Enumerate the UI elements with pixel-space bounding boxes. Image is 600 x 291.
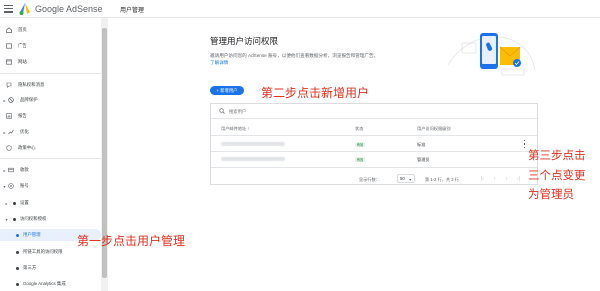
next-page-icon[interactable]: › (503, 175, 510, 182)
sidebar-item-sites[interactable]: 网站 (0, 56, 101, 68)
sidebar-item-label: 收款 (20, 167, 29, 172)
status-badge: 有效 (355, 157, 365, 162)
status-badge: 有效 (355, 142, 365, 147)
sidebar-item-label: 账号 (20, 183, 29, 188)
first-page-icon[interactable]: |‹ (479, 175, 486, 182)
optimize-icon (8, 129, 14, 135)
sidebar-item-ads[interactable]: 广告 (0, 40, 101, 52)
column-header-label: 用户邮件地址 (221, 126, 247, 131)
bullet-icon (16, 250, 19, 254)
sidebar-item-label: 网站 (18, 59, 27, 64)
bullet-icon (13, 201, 16, 205)
dropdown-arrow-icon: ▼ (408, 177, 412, 182)
sidebar-item-label: 品牌保护 (20, 97, 38, 102)
sidebar-item-label: 第三方 (23, 265, 37, 270)
sidebar-item-label: 设置 (20, 200, 29, 205)
chevron-right-icon: ▸ (3, 167, 6, 173)
search-icon (219, 108, 225, 114)
breadcrumb: 用户管理 (120, 8, 145, 14)
user-email-redacted (221, 142, 285, 146)
chevron-right-icon: ▸ (3, 129, 6, 135)
sidebar-item-label: 优化 (20, 129, 29, 134)
home-icon (6, 27, 12, 33)
adsense-logo-icon (19, 3, 30, 15)
column-header-access-level: 用户访问权限级别 (417, 126, 451, 131)
bullet-icon (13, 217, 16, 221)
rows-per-page-value: 50 (400, 176, 405, 181)
sidebar-item-label: 广告 (18, 43, 27, 48)
annotation-step-3: 第三步点击三个点变更为管理员 (528, 148, 586, 201)
chevron-right-icon: ▸ (3, 97, 6, 103)
search-input[interactable] (229, 107, 429, 116)
sidebar-divider (0, 158, 101, 159)
sidebar-item-label: Google Analytics 集成 (23, 281, 66, 286)
user-table-card: 用户邮件地址 ↑ 状态 用户访问权限级别 有效 标准 有效 管理员 显示行数： … (210, 103, 538, 185)
sidebar-item-account[interactable]: ▾ 账号 (0, 180, 101, 192)
table-divider (211, 151, 537, 152)
sidebar-item-reports[interactable]: 报告 (0, 110, 101, 122)
table-divider (211, 167, 537, 168)
block-icon (8, 97, 14, 103)
last-page-icon[interactable]: ›| (515, 175, 522, 182)
menu-icon[interactable] (4, 5, 13, 13)
search-bar (211, 104, 537, 119)
payments-icon (8, 167, 14, 173)
ads-icon (6, 43, 12, 49)
sidebar-item-label: 隐私权和消息 (18, 82, 45, 87)
chevron-right-icon: ▸ (5, 200, 8, 206)
sidebar-item-label: 首页 (18, 27, 27, 32)
more-vert-icon[interactable] (523, 140, 526, 148)
annotation-step-1: 第一步点击用户管理 (77, 234, 186, 248)
add-user-button[interactable]: + 新增用户 (210, 86, 244, 95)
privacy-icon (6, 82, 12, 88)
account-icon (8, 183, 14, 189)
learn-more-link[interactable]: 了解详情 (210, 60, 228, 66)
column-header-status: 状态 (355, 126, 364, 131)
sidebar-item-access-authorization[interactable]: ▾ 访问权和授权 (0, 213, 101, 225)
user-access-illustration-icon (447, 33, 536, 76)
sidebar-item-google-analytics[interactable]: Google Analytics 集成 (0, 278, 101, 290)
column-header-email[interactable]: 用户邮件地址 ↑ (221, 126, 249, 132)
sort-arrow-icon: ↑ (247, 126, 250, 131)
bullet-icon (16, 266, 19, 270)
chevron-down-icon: ▾ (5, 216, 8, 222)
chevron-down-icon: ▾ (3, 183, 6, 189)
sites-icon (6, 59, 12, 65)
user-role: 管理员 (417, 157, 430, 162)
sidebar-item-home[interactable]: 首页 (0, 24, 101, 36)
brand-name: Google AdSense (35, 4, 103, 14)
rows-per-page-label: 显示行数： (359, 177, 380, 182)
previous-page-icon[interactable]: ‹ (491, 175, 498, 182)
sidebar-item-label: 访问权和授权 (20, 216, 47, 221)
page-title: 管理用户访问权限 (210, 36, 279, 46)
sidebar-item-settings[interactable]: ▸ 设置 (0, 197, 101, 209)
page-description: 邀请用户访问您的 AdSense 账号，以便他们查看数据分析，浏览报告和管理广告… (210, 53, 379, 58)
top-bar: Google AdSense 用户管理 (0, 0, 600, 18)
reports-icon (6, 113, 12, 119)
sidebar: 首页 广告 网站 隐私权和消息 ▸ 品牌保护 报告 ▸ 优化 政策中心 ▸ 收款… (0, 18, 108, 291)
sidebar-item-policy[interactable]: 政策中心 (0, 142, 101, 154)
policy-icon (6, 145, 12, 151)
annotation-step-2: 第二步点击新增用户 (261, 86, 370, 100)
sidebar-item-optimize[interactable]: ▸ 优化 (0, 126, 101, 138)
sidebar-divider (0, 73, 101, 74)
bullet-icon (16, 233, 19, 237)
sidebar-item-label: 所链工具的访问权限 (23, 249, 63, 254)
table-divider (211, 135, 537, 136)
user-email-redacted (221, 157, 285, 161)
sidebar-item-brand-safety[interactable]: ▸ 品牌保护 (0, 94, 101, 106)
sidebar-item-label: 政策中心 (18, 145, 36, 150)
sidebar-item-payments[interactable]: ▸ 收款 (0, 164, 101, 176)
sidebar-item-label: 用户管理 (23, 232, 41, 237)
pagination-range: 第 1-2 行，共 2 行 (425, 177, 459, 182)
user-role: 标准 (417, 142, 426, 147)
sidebar-item-third-party[interactable]: 第三方 (0, 262, 101, 274)
sidebar-item-label: 报告 (18, 113, 27, 118)
sidebar-item-privacy[interactable]: 隐私权和消息 (0, 79, 101, 91)
rows-per-page-select[interactable]: 50 ▼ (397, 174, 415, 183)
bullet-icon (16, 282, 19, 286)
